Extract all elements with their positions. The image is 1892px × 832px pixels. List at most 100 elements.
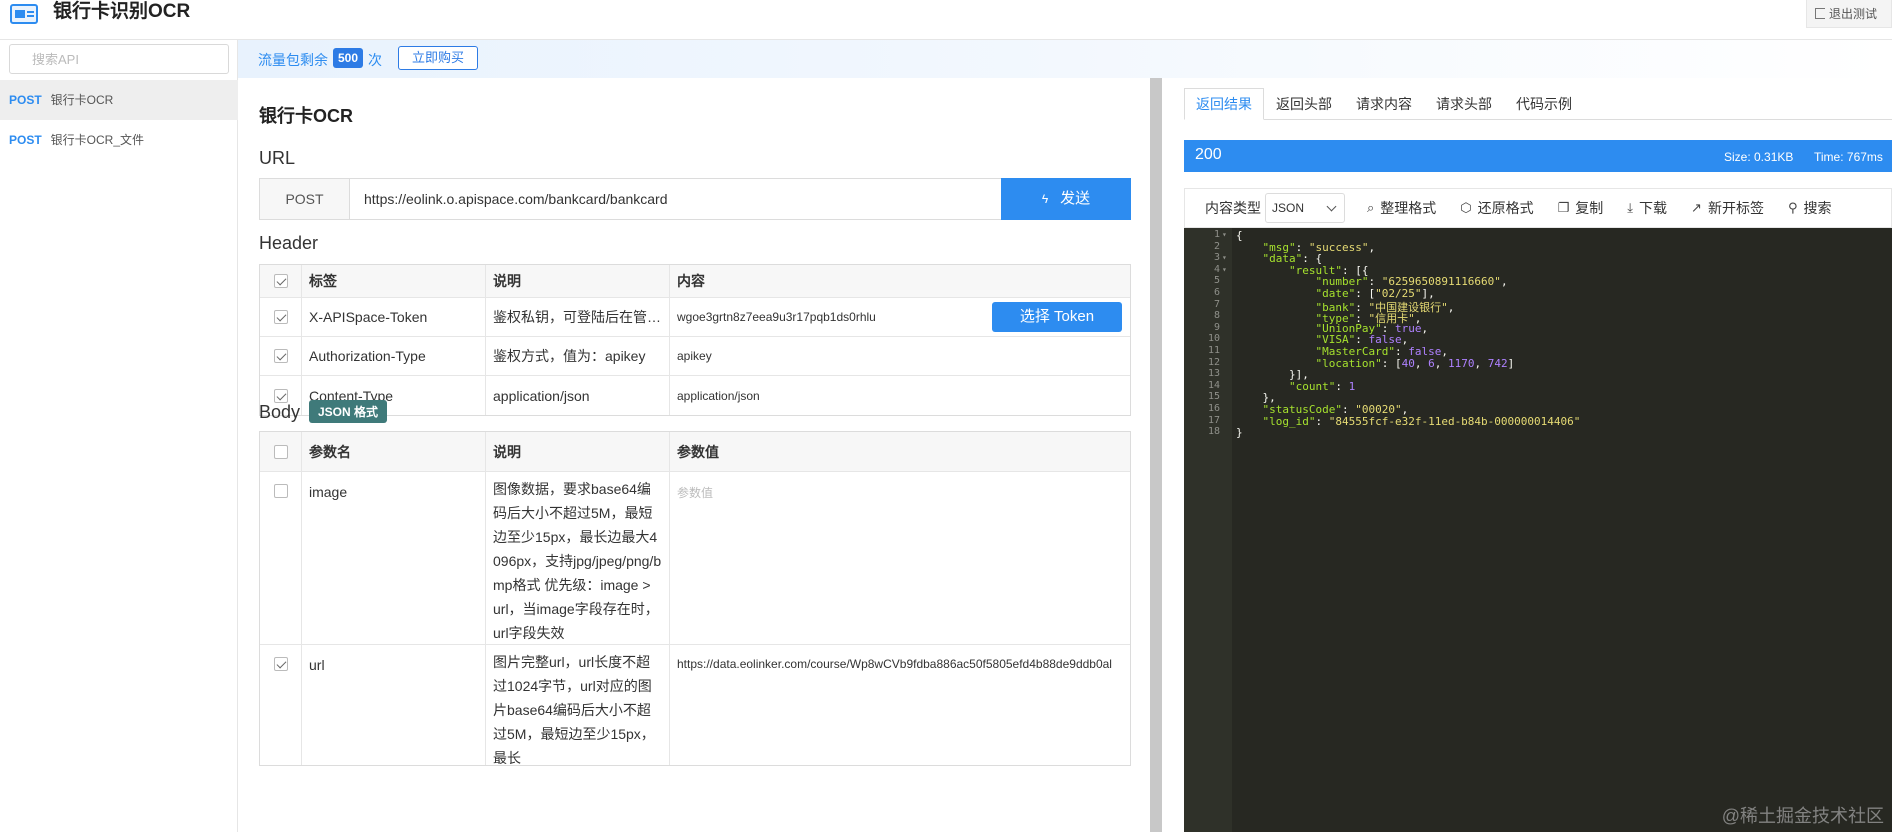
header-desc-text: 鉴权私钥，可登陆后在管理控制台获取 xyxy=(493,309,662,325)
line-number: 18 xyxy=(1207,426,1220,438)
row-checkbox[interactable] xyxy=(273,484,288,498)
header-key[interactable]: Authorization-Type xyxy=(302,337,486,375)
download-button[interactable]: ⤓ 下载 xyxy=(1627,198,1667,218)
tab-code-example[interactable]: 代码示例 xyxy=(1504,88,1584,120)
traffic-unit: 次 xyxy=(368,52,382,68)
line-number: 17 xyxy=(1207,414,1220,426)
tab-request-body[interactable]: 请求内容 xyxy=(1344,88,1424,120)
header-value[interactable]: application/json xyxy=(670,376,1130,415)
method-badge: POST xyxy=(9,133,42,147)
format-icon: ⌕ xyxy=(1367,200,1375,215)
column-header: 参数名 xyxy=(302,432,486,471)
content-type-label: 内容类型 xyxy=(1205,200,1261,216)
param-value-cell[interactable]: 参数值 xyxy=(670,472,1130,644)
search-input[interactable] xyxy=(9,44,229,74)
buy-button[interactable]: 立即购买 xyxy=(398,46,478,70)
tab-request-headers[interactable]: 请求头部 xyxy=(1424,88,1504,120)
header-value[interactable]: apikey xyxy=(670,337,1130,375)
header-desc: 鉴权方式，值为：apikey xyxy=(486,337,670,375)
line-number: 2 xyxy=(1213,240,1220,252)
request-panel: 银行卡OCR URL POST https://eolink.o.apispac… xyxy=(238,78,1150,832)
copy-button[interactable]: ❐ 复制 xyxy=(1558,198,1604,218)
search-button[interactable]: ⚲ 搜索 xyxy=(1788,198,1832,218)
status-code: 200 xyxy=(1195,146,1222,163)
line-number: 9 xyxy=(1213,321,1220,333)
line-number: 16 xyxy=(1207,403,1220,414)
column-header: 说明 xyxy=(486,265,670,297)
method-select[interactable]: POST xyxy=(260,179,350,219)
new-tab-label: 新开标签 xyxy=(1707,200,1764,216)
line-number: 12 xyxy=(1207,356,1220,368)
fold-toggle-icon[interactable]: ▾ xyxy=(1222,253,1227,262)
content-type-value: JSON xyxy=(1272,201,1305,215)
tab-response-headers[interactable]: 返回头部 xyxy=(1264,88,1344,120)
row-checkbox[interactable] xyxy=(273,349,288,363)
column-header: 参数值 xyxy=(677,443,719,460)
restore-button[interactable]: ⬡ 还原格式 xyxy=(1460,198,1533,218)
response-size: Size: 0.31KB xyxy=(1724,150,1794,164)
response-toolbar: 内容类型 JSON ⌕ 整理格式 ⬡ 还原格式 ❐ 复制 ⤓ 下载 ↗ 新开标签 ⚲ 搜索 xyxy=(1184,188,1892,228)
sidebar-item-label: 银行卡OCR xyxy=(50,93,114,107)
line-number: 7 xyxy=(1213,298,1220,310)
content-type-select[interactable]: JSON xyxy=(1265,193,1345,223)
format-label: 整理格式 xyxy=(1380,200,1437,216)
response-code-editor[interactable]: 1 ▾ 2 3 ▾ 4 ▾ 5 6 7 8 9 10 11 12 13 14 15 16 17 18 { "msg": … xyxy=(1184,228,1892,832)
row-check-cell xyxy=(260,337,302,375)
table-header-row: 标签 说明 内容 xyxy=(260,265,1130,298)
table-header-row: 参数名 说明 参数值 xyxy=(260,432,1130,472)
param-name: url xyxy=(302,645,486,765)
line-number: 3 xyxy=(1213,252,1220,264)
header-table: 标签 说明 内容 X-APISpace-Token 鉴权私钥，可登陆后在管理控制… xyxy=(259,264,1131,416)
traffic-count-badge: 500 xyxy=(333,48,364,68)
param-value-text: https://data.eolinker.com/course/Wp8wCVb… xyxy=(677,657,1112,671)
traffic-label: 流量包剩余 xyxy=(258,52,328,68)
tab-response-result[interactable]: 返回结果 xyxy=(1184,88,1264,120)
logout-button[interactable]: 退出测试 xyxy=(1806,0,1892,28)
method-badge: POST xyxy=(9,93,42,107)
sidebar-item-label: 银行卡OCR_文件 xyxy=(50,133,145,147)
param-desc: 图像数据，要求base64编码后大小不超过5M，最短边至少15px，最长边最大4… xyxy=(486,472,670,644)
header-desc: application/json xyxy=(486,376,670,415)
header-desc: 鉴权私钥，可登陆后在管理控制台获取 xyxy=(486,298,670,336)
sidebar: POST 银行卡OCR POST 银行卡OCR_文件 xyxy=(0,40,238,832)
header-value[interactable]: wgoe3grtn8z7eea9u3r17pqb1ds0rhlu 选择 Token xyxy=(670,298,1130,336)
send-button[interactable]: ϟ 发送 xyxy=(1001,178,1131,220)
url-input[interactable]: https://eolink.o.apispace.com/bankcard/b… xyxy=(350,179,1001,219)
row-check-cell xyxy=(260,472,302,644)
line-number: 13 xyxy=(1207,368,1220,380)
table-row: Authorization-Type 鉴权方式，值为：apikey apikey xyxy=(260,337,1130,376)
sidebar-item-bankcard-ocr-file[interactable]: POST 银行卡OCR_文件 xyxy=(0,120,238,160)
row-checkbox[interactable] xyxy=(273,310,288,324)
response-time: Time: 767ms xyxy=(1814,150,1883,164)
select-all-checkbox[interactable] xyxy=(273,444,288,459)
send-icon: ϟ xyxy=(1041,192,1049,206)
sidebar-item-bankcard-ocr[interactable]: POST 银行卡OCR xyxy=(0,80,238,120)
select-token-button[interactable]: 选择 Token xyxy=(992,302,1122,332)
fold-toggle-icon[interactable]: ▾ xyxy=(1222,265,1227,274)
header-key[interactable]: X-APISpace-Token xyxy=(302,298,486,336)
header-value-text: wgoe3grtn8z7eea9u3r17pqb1ds0rhlu xyxy=(677,310,876,324)
top-bar: 银行卡识别OCR 退出测试 xyxy=(0,0,1892,40)
table-row: Content-Type application/json applicatio… xyxy=(260,376,1130,415)
url-row: POST https://eolink.o.apispace.com/bankc… xyxy=(259,178,1131,220)
header-section-label: Header xyxy=(259,233,319,253)
copy-icon: ❐ xyxy=(1557,200,1570,215)
send-label: 发送 xyxy=(1060,190,1091,207)
row-checkbox[interactable] xyxy=(273,657,288,671)
fold-toggle-icon[interactable]: ▾ xyxy=(1222,230,1227,239)
param-value-placeholder: 参数值 xyxy=(677,486,714,500)
restore-icon: ⬡ xyxy=(1460,200,1472,215)
app-title: 银行卡识别OCR xyxy=(53,1,191,22)
column-header: 标签 xyxy=(302,265,486,297)
row-checkbox[interactable] xyxy=(273,388,288,403)
format-button[interactable]: ⌕ 整理格式 xyxy=(1367,198,1436,218)
panel-splitter[interactable] xyxy=(1150,78,1162,832)
column-header: 说明 xyxy=(486,432,670,471)
line-number: 8 xyxy=(1213,310,1220,322)
logout-label: 退出测试 xyxy=(1829,7,1878,21)
param-value-cell[interactable]: https://data.eolinker.com/course/Wp8wCVb… xyxy=(670,645,1130,765)
new-tab-button[interactable]: ↗ 新开标签 xyxy=(1691,198,1764,218)
chevron-down-icon xyxy=(1326,201,1337,212)
select-all-cell xyxy=(260,432,302,471)
select-all-checkbox[interactable] xyxy=(273,274,288,288)
